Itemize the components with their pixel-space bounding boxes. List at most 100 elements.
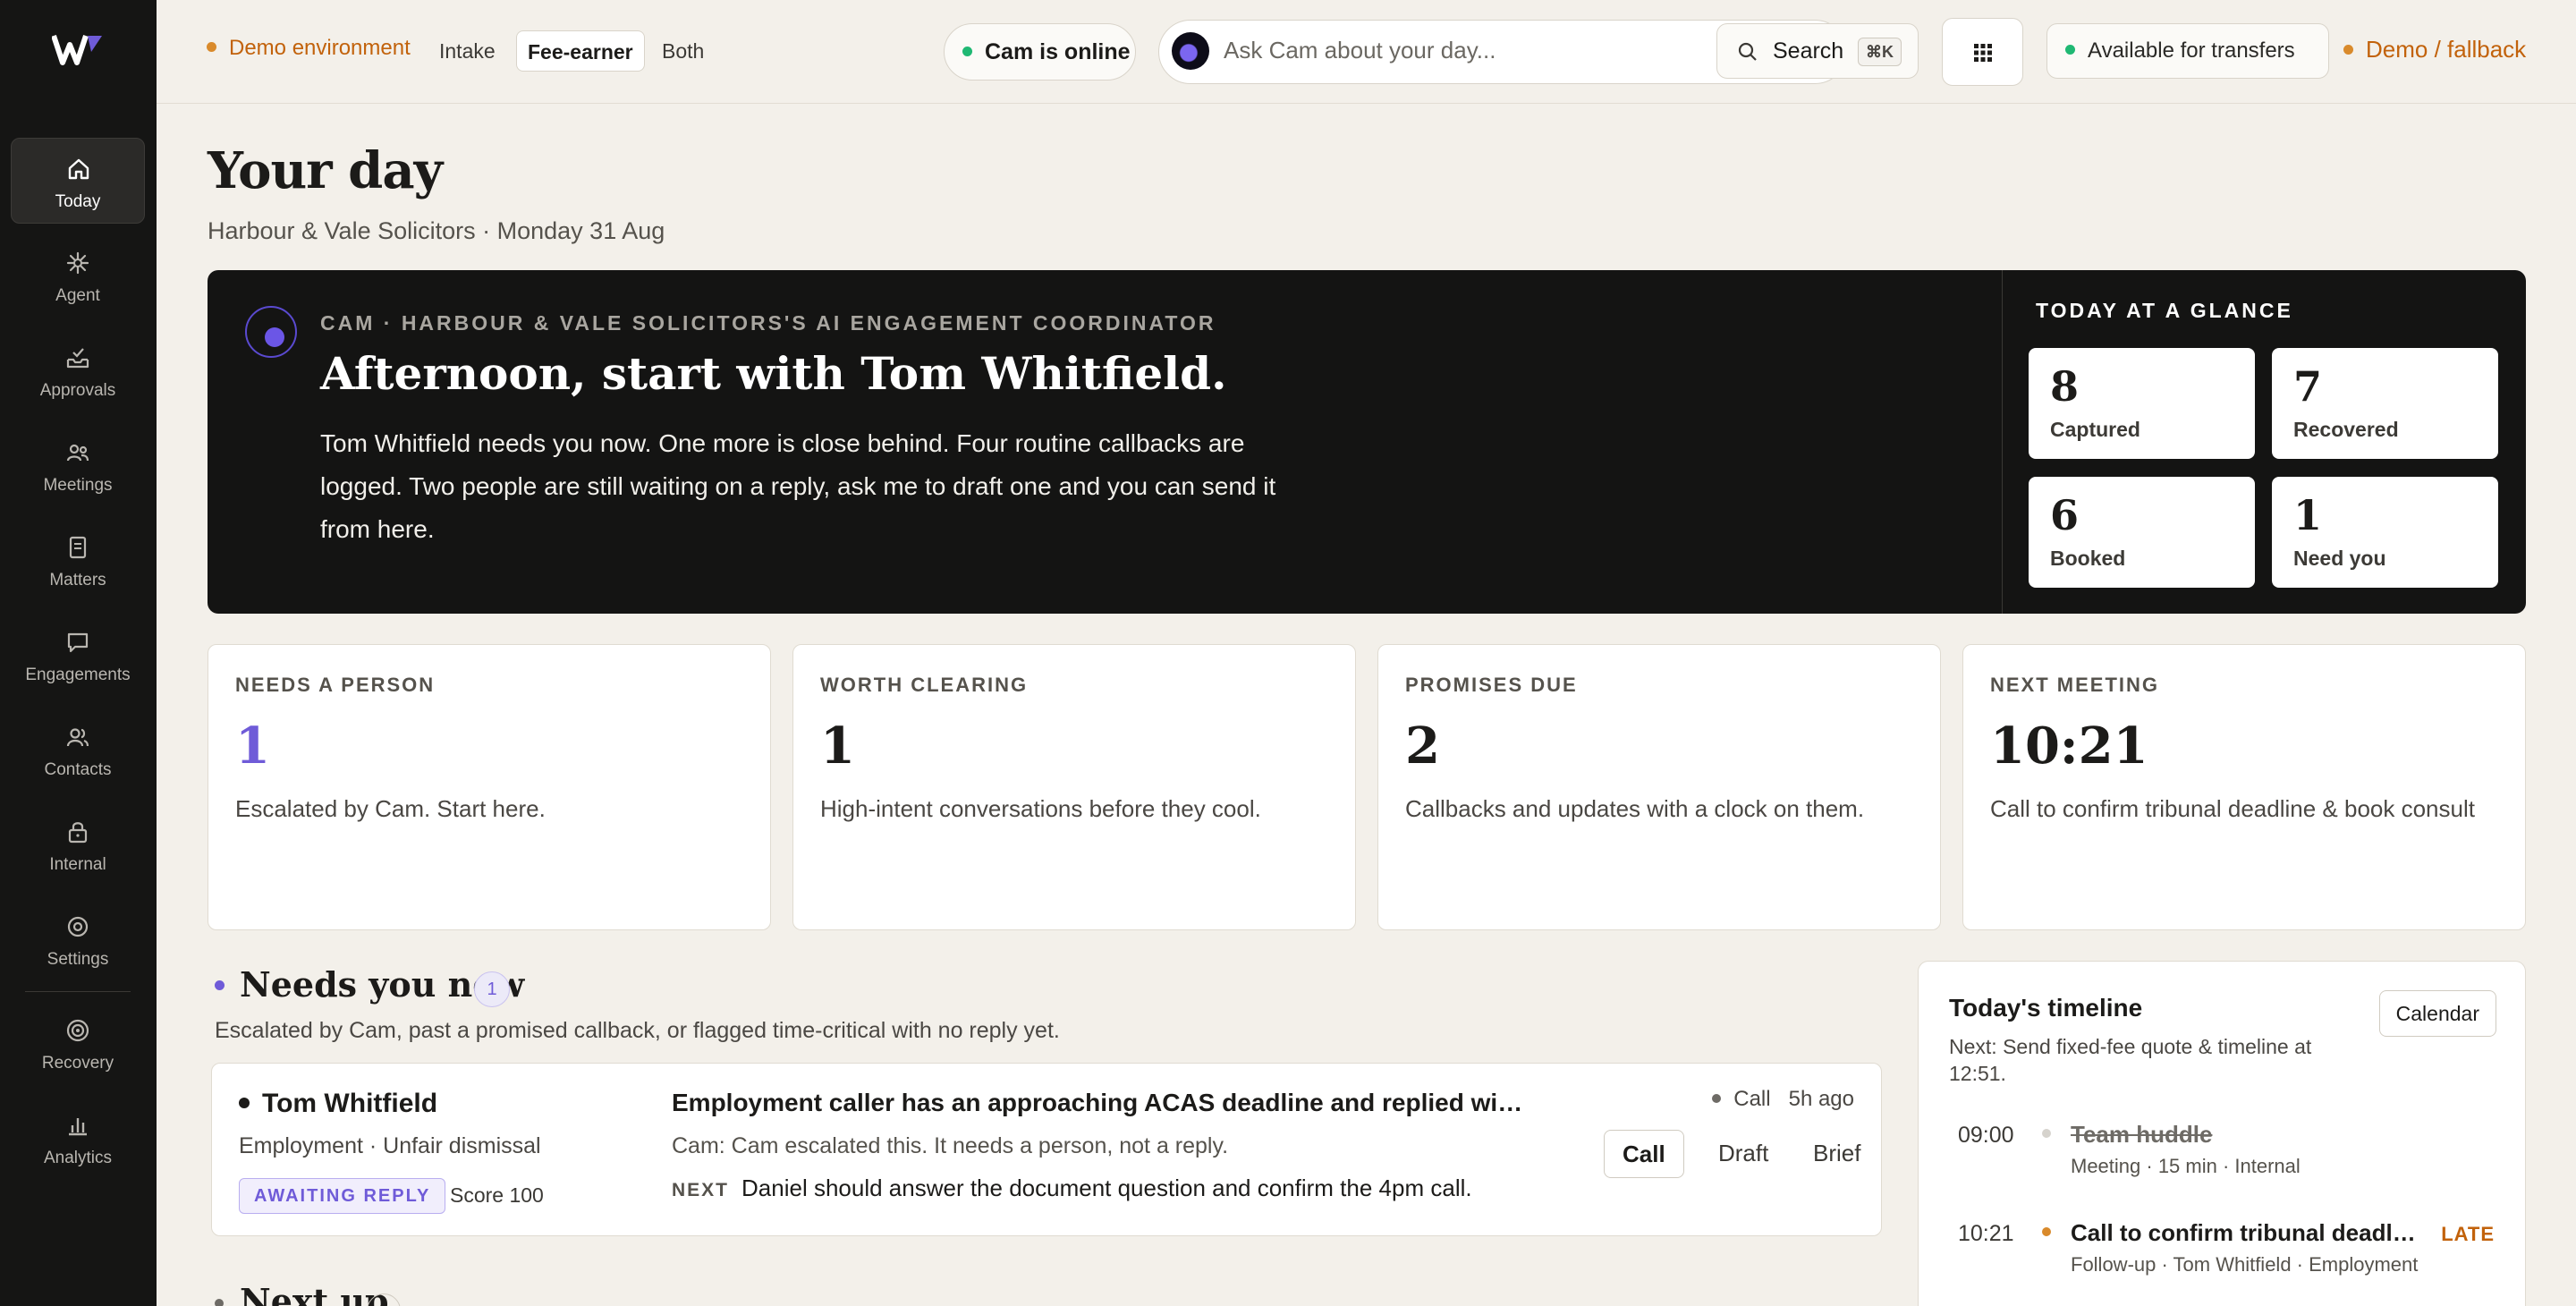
- timeline-next: Next: Send fixed-fee quote & timeline at…: [1949, 1035, 2312, 1085]
- event-done-dot-icon: [2042, 1129, 2051, 1138]
- sidebar-item-agent[interactable]: Agent: [11, 233, 145, 318]
- gear-icon: [67, 916, 89, 937]
- sidebar-item-internal[interactable]: Internal: [11, 801, 145, 887]
- brief-button[interactable]: Brief: [1795, 1130, 1878, 1178]
- sidebar-item-label: Recovery: [41, 1054, 114, 1073]
- demo-environment-label: Demo environment: [207, 36, 411, 61]
- event-late-dot-icon: [2042, 1227, 2051, 1236]
- briefing-title: Afternoon, start with Tom Whitfield.: [320, 347, 1227, 400]
- engagement-summary[interactable]: Employment caller has an approaching ACA…: [672, 1089, 1530, 1117]
- mode-tab-intake[interactable]: Intake: [428, 30, 506, 72]
- people-icon: [66, 444, 89, 462]
- engagement-row[interactable]: Tom Whitfield Employment · Unfair dismis…: [211, 1063, 1882, 1236]
- status-badge: AWAITING REPLY: [239, 1178, 446, 1214]
- kpi-value: 2: [1405, 717, 1440, 776]
- sidebar-item-meetings[interactable]: Meetings: [11, 422, 145, 508]
- glance-title: TODAY AT A GLANCE: [2036, 299, 2293, 322]
- glance-label: Booked: [2050, 547, 2126, 570]
- next-step-label: NEXT: [672, 1180, 730, 1200]
- bar-chart-icon: [69, 1118, 87, 1136]
- glance-label: Recovered: [2293, 418, 2399, 441]
- kpi-card-promises-due[interactable]: PROMISES DUE 2 Callbacks and updates wit…: [1377, 644, 1941, 930]
- sparkle-icon: [66, 251, 89, 275]
- section-dot-icon: [215, 980, 225, 990]
- calendar-button[interactable]: Calendar: [2378, 990, 2496, 1037]
- draft-button[interactable]: Draft: [1700, 1130, 1786, 1178]
- warning-dot-icon: [207, 42, 216, 53]
- glance-value: 7: [2293, 362, 2323, 411]
- sidebar-item-label: Matters: [49, 571, 106, 589]
- glance-value: 6: [2050, 491, 2080, 539]
- glance-card-need-you[interactable]: 1 Need you: [2272, 477, 2498, 588]
- next-step-text: Daniel should answer the document questi…: [741, 1175, 1472, 1201]
- kpi-card-next-meeting[interactable]: NEXT MEETING 10:21 Call to confirm tribu…: [1962, 644, 2526, 930]
- demo-fallback-text: Demo / fallback: [2366, 36, 2527, 63]
- late-badge: LATE: [2441, 1223, 2495, 1245]
- ask-cam-placeholder: Ask Cam about your day...: [1224, 37, 1496, 64]
- next-step: NEXT Daniel should answer the document qu…: [672, 1175, 1472, 1202]
- sidebar-item-label: Contacts: [44, 760, 112, 779]
- top-bar: Demo environment Intake Fee-earner Both …: [157, 0, 2576, 104]
- sidebar-item-matters[interactable]: Matters: [11, 517, 145, 603]
- kpi-description: Escalated by Cam. Start here.: [235, 795, 546, 822]
- page-title: Your day: [208, 141, 443, 200]
- timeline-event-title[interactable]: Team huddle: [2071, 1121, 2428, 1149]
- kpi-value: 10:21: [1990, 717, 2148, 776]
- sidebar-item-label: Internal: [49, 855, 106, 874]
- contacts-icon: [66, 728, 89, 747]
- section-dot-icon: [215, 1299, 224, 1306]
- lead-score: Score 100: [450, 1183, 544, 1207]
- cam-status-text: Cam is online: [985, 39, 1131, 64]
- kpi-card-needs-a-person[interactable]: NEEDS A PERSON 1 Escalated by Cam. Start…: [208, 644, 771, 930]
- priority-dot-icon: [239, 1098, 250, 1109]
- online-dot-icon: [962, 46, 972, 56]
- sidebar-item-contacts[interactable]: Contacts: [11, 707, 145, 793]
- time-ago: 5h ago: [1788, 1087, 1854, 1111]
- availability-toggle[interactable]: Available for transfers: [2046, 23, 2329, 79]
- sidebar-item-engagements[interactable]: Engagements: [11, 612, 145, 698]
- sidebar-item-recovery[interactable]: Recovery: [11, 1000, 145, 1086]
- cam-orb-icon: [245, 306, 297, 358]
- sidebar-item-label: Analytics: [43, 1149, 113, 1167]
- timeline-title: Today's timeline: [1949, 994, 2143, 1022]
- sidebar-item-label: Engagements: [25, 666, 131, 684]
- sidebar-item-analytics[interactable]: Analytics: [11, 1095, 145, 1181]
- sidebar-divider: [25, 991, 131, 992]
- timeline-event-meta: Meeting · 15 min · Internal: [2071, 1155, 2301, 1177]
- lock-icon: [68, 822, 88, 844]
- call-channel-dot-icon: [1712, 1093, 1722, 1103]
- demo-environment-text: Demo environment: [229, 36, 411, 60]
- glance-card-captured[interactable]: 8 Captured: [2029, 348, 2255, 459]
- mode-tab-both[interactable]: Both: [651, 30, 715, 72]
- grid-icon: [1974, 44, 1992, 62]
- warning-dot-icon: [2343, 44, 2353, 55]
- sidebar-item-settings[interactable]: Settings: [11, 896, 145, 982]
- needs-now-subtitle: Escalated by Cam, past a promised callba…: [215, 1018, 1060, 1043]
- glance-card-recovered[interactable]: 7 Recovered: [2272, 348, 2498, 459]
- kpi-eyebrow: WORTH CLEARING: [820, 674, 1029, 696]
- needs-now-count-badge: 1: [474, 971, 510, 1007]
- call-button[interactable]: Call: [1604, 1130, 1684, 1178]
- kpi-eyebrow: PROMISES DUE: [1405, 674, 1578, 696]
- sidebar-item-today[interactable]: Today: [11, 138, 145, 224]
- glance-card-booked[interactable]: 6 Booked: [2029, 477, 2255, 588]
- kpi-card-worth-clearing[interactable]: WORTH CLEARING 1 High-intent conversatio…: [792, 644, 1356, 930]
- apps-grid-button[interactable]: [1942, 18, 2023, 86]
- timeline-event-title[interactable]: Call to confirm tribunal deadline & book…: [2071, 1219, 2419, 1247]
- sidebar-item-label: Approvals: [39, 381, 116, 400]
- brand-logo[interactable]: [52, 32, 104, 68]
- contact-name[interactable]: Tom Whitfield: [239, 1089, 437, 1119]
- search-icon: [1738, 42, 1757, 61]
- cam-orb-icon: [1172, 32, 1209, 70]
- mode-tab-fee-earner[interactable]: Fee-earner: [516, 30, 645, 72]
- cam-status-pill[interactable]: Cam is online: [944, 23, 1136, 81]
- home-icon: [68, 158, 89, 180]
- search-button[interactable]: Search ⌘K: [1716, 23, 1919, 79]
- sidebar: Today Agent Approvals Meetings Matters E…: [0, 0, 157, 1306]
- demo-fallback-label[interactable]: Demo / fallback: [2343, 36, 2526, 64]
- next-up-heading: Next up: [240, 1281, 389, 1306]
- sidebar-item-approvals[interactable]: Approvals: [11, 327, 145, 413]
- cam-note: Cam: Cam escalated this. It needs a pers…: [672, 1133, 1229, 1158]
- sidebar-item-label: Settings: [47, 950, 109, 969]
- availability-text: Available for transfers: [2088, 38, 2295, 63]
